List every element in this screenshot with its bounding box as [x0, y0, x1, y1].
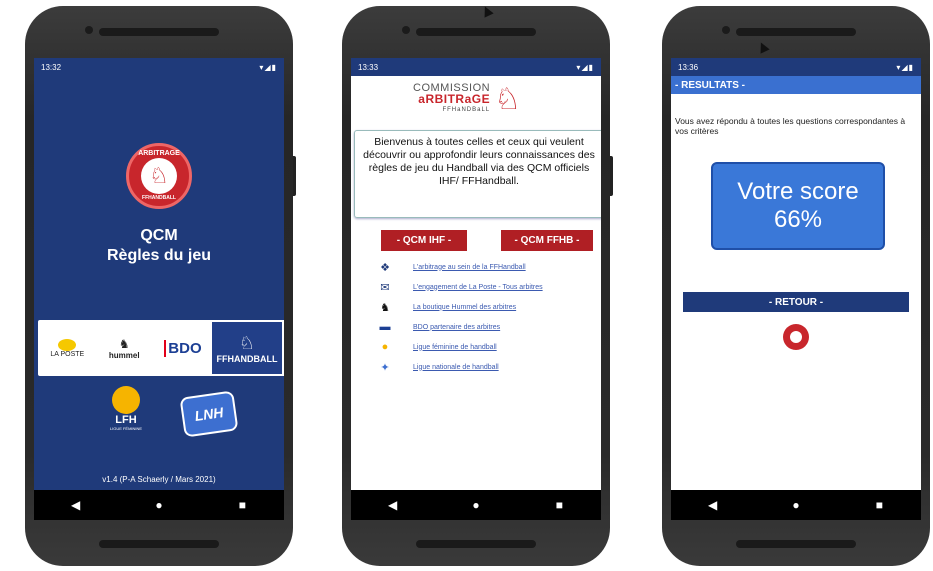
status-time: 13:33 [358, 62, 379, 72]
lfh-title: LFH [115, 414, 137, 426]
phone-results: 13:36 ▾◢▮ - RESULTATS - Vous avez répond… [662, 6, 930, 566]
logo-line2: aRBITRaGE [418, 92, 491, 106]
link-laposte[interactable]: L'engagement de La Poste - Tous arbitres [413, 284, 543, 291]
results-message: Vous avez répondu à toutes les questions… [675, 116, 906, 136]
earpiece [736, 28, 856, 36]
front-camera [85, 26, 93, 34]
lfh-logo: LFH LIGUE FÉMININE [106, 386, 146, 431]
logo-bottom-text: FFHANDBALL [142, 195, 176, 201]
link-lfh[interactable]: Ligue féminine de handball [413, 344, 497, 351]
android-nav-bar: ◀ ● ■ [34, 490, 284, 520]
link-row[interactable]: ▬ BDO partenaire des arbitres [377, 317, 597, 337]
back-button[interactable]: ◀ [61, 498, 91, 512]
welcome-message: Bienvenus à toutes celles et ceux qui ve… [354, 130, 601, 218]
link-bdo[interactable]: BDO partenaire des arbitres [413, 324, 500, 331]
phone-home: 13:32 ▾◢▮ ARBITRAGE ♘ FFHANDBALL QCM Règ… [25, 6, 296, 566]
back-button[interactable]: ◀ [698, 498, 728, 512]
laposte-label: LA POSTE [50, 350, 85, 358]
results-header: - RESULTATS - [671, 76, 921, 94]
power-button [610, 156, 613, 196]
phone-menu: 13:33 ▾◢▮ COMMISSION aRBITRaGE FFHaNDBaL… [342, 6, 613, 566]
recents-button[interactable]: ■ [864, 498, 894, 512]
lnh-logo: LNH [179, 390, 239, 438]
lfh-subtitle: LIGUE FÉMININE [109, 426, 143, 431]
android-nav-bar: ◀ ● ■ [351, 490, 601, 520]
bottom-speaker [99, 540, 219, 548]
link-ffhb[interactable]: L'arbitrage au sein de la FFHandball [413, 264, 526, 271]
home-screen: 13:32 ▾◢▮ ARBITRAGE ♘ FFHANDBALL QCM Règ… [34, 58, 284, 520]
app-title: QCM Règles du jeu [34, 226, 284, 266]
lnh-icon: ✦ [380, 361, 390, 374]
ball-icon [112, 386, 140, 414]
partner-links: ❖ L'arbitrage au sein de la FFHandball ✉… [377, 257, 597, 377]
rooster-icon: ♘ [141, 158, 177, 194]
score-label: Votre score [737, 178, 859, 205]
bdo-icon: ▬ [379, 321, 391, 333]
recents-button[interactable]: ■ [227, 498, 257, 512]
ffhb-icon: ❖ [380, 261, 390, 274]
link-row[interactable]: ✦ Ligue nationale de handball [377, 357, 597, 377]
results-screen: 13:36 ▾◢▮ - RESULTATS - Vous avez répond… [671, 58, 921, 520]
laposte-icon [58, 338, 77, 351]
back-button[interactable]: ◀ [378, 498, 408, 512]
status-bar: 13:36 ▾◢▮ [671, 58, 921, 76]
title-line2: Règles du jeu [106, 247, 212, 264]
ffhandball-logo: ♘ FFHANDBALL [210, 320, 284, 376]
link-lnh[interactable]: Ligue nationale de handball [413, 364, 499, 371]
status-time: 13:32 [41, 62, 62, 72]
earpiece [416, 28, 536, 36]
status-icons: ▾◢▮ [896, 62, 914, 72]
version-text: v1.4 (P-A Schaerly / Mars 2021) [102, 475, 216, 484]
recents-button[interactable]: ■ [544, 498, 574, 512]
hummel-logo: ♞ hummel [109, 337, 140, 360]
status-time: 13:36 [678, 62, 699, 72]
bottom-speaker [736, 540, 856, 548]
retour-button[interactable]: - RETOUR - [683, 292, 909, 312]
status-icons: ▾◢▮ [259, 62, 277, 72]
bdo-logo: BDO [164, 339, 202, 357]
hummel-icon: ♞ [380, 301, 390, 314]
home-button[interactable]: ● [461, 498, 491, 512]
status-bar: 13:32 ▾◢▮ [34, 58, 284, 76]
laposte-logo: LA POSTE [50, 338, 85, 358]
rooster-icon: ♘ [238, 332, 256, 353]
commission-arbitrage-logo: COMMISSION aRBITRaGE FFHaNDBaLL ♘ [413, 82, 521, 117]
qcm-ffhb-button[interactable]: - QCM FFHB - [501, 230, 593, 251]
lfh-icon: ● [381, 341, 389, 353]
arbitrage-logo [783, 324, 809, 350]
link-row[interactable]: ❖ L'arbitrage au sein de la FFHandball [377, 257, 597, 277]
power-button [293, 156, 296, 196]
status-icons: ▾◢▮ [576, 62, 594, 72]
bottom-speaker [416, 540, 536, 548]
android-nav-bar: ◀ ● ■ [671, 490, 921, 520]
score-box: Votre score 66% [711, 162, 885, 250]
rooster-icon: ♘ [494, 83, 522, 116]
hummel-label: hummel [108, 350, 140, 360]
rooster-icon [790, 331, 802, 343]
earpiece [99, 28, 219, 36]
logo-top-text: ARBITRAGE [138, 150, 180, 157]
laposte-icon: ✉ [380, 281, 390, 294]
hummel-icon: ♞ [118, 336, 130, 351]
link-row[interactable]: ♞ La boutique Hummel des arbitres [377, 297, 597, 317]
arbitrage-logo: ARBITRAGE ♘ FFHANDBALL [126, 143, 192, 209]
link-row[interactable]: ✉ L'engagement de La Poste - Tous arbitr… [377, 277, 597, 297]
menu-screen: 13:33 ▾◢▮ COMMISSION aRBITRaGE FFHaNDBaL… [351, 58, 601, 520]
front-camera [402, 26, 410, 34]
status-bar: 13:33 ▾◢▮ [351, 58, 601, 76]
sponsor-banner: LA POSTE ♞ hummel BDO [38, 320, 214, 376]
link-row[interactable]: ● Ligue féminine de handball [377, 337, 597, 357]
title-line1: QCM [140, 227, 178, 244]
logo-line3: FFHaNDBaLL [442, 107, 491, 113]
ffhb-label: FFHANDBALL [216, 353, 278, 364]
link-hummel[interactable]: La boutique Hummel des arbitres [413, 304, 516, 311]
score-value: 66% [773, 206, 823, 233]
qcm-ihf-button[interactable]: - QCM IHF - [381, 230, 467, 251]
home-button[interactable]: ● [781, 498, 811, 512]
home-button[interactable]: ● [144, 498, 174, 512]
front-camera [722, 26, 730, 34]
